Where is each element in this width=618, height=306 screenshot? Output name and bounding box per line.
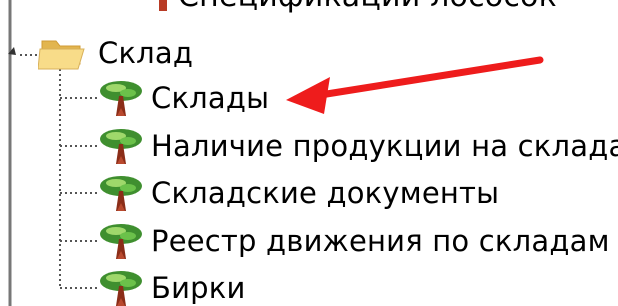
tree-icon: [100, 129, 142, 164]
tree-icon: [100, 271, 142, 306]
tree-view: Спецификации лососок Склад Склады Наличи…: [0, 0, 618, 306]
tree-item-nalichie[interactable]: Наличие продукции на складах: [95, 126, 618, 166]
tree-item-label: Бирки: [151, 271, 246, 305]
tree-item-skladskie-dokumenty[interactable]: Складские документы: [95, 173, 499, 213]
partial-tree-label: Спецификации лососок: [178, 0, 557, 17]
tree-folder-label: Склад: [98, 36, 194, 70]
tree-item-label: Склады: [151, 81, 270, 115]
folder-open-icon: [38, 40, 85, 70]
partial-tree-icon: [159, 0, 167, 11]
red-arrow-icon: [286, 56, 544, 114]
tree-item-sklady[interactable]: Склады: [95, 78, 269, 118]
tree-icon: [100, 224, 142, 259]
tree-item-reestr[interactable]: Реестр движения по складам: [95, 221, 610, 261]
expand-arrow-icon[interactable]: [7, 45, 17, 57]
tree-item-label: Складские документы: [151, 176, 500, 210]
partial-tree-item[interactable]: Спецификации лососок: [156, 0, 557, 17]
tree-folder-sklad[interactable]: Склад: [38, 33, 193, 73]
tree-icon: [100, 81, 142, 116]
tree-item-birki[interactable]: Бирки: [95, 268, 246, 306]
tree-icon: [100, 176, 142, 211]
tree-item-label: Реестр движения по складам: [151, 224, 610, 258]
tree-item-label: Наличие продукции на складах: [151, 129, 618, 163]
